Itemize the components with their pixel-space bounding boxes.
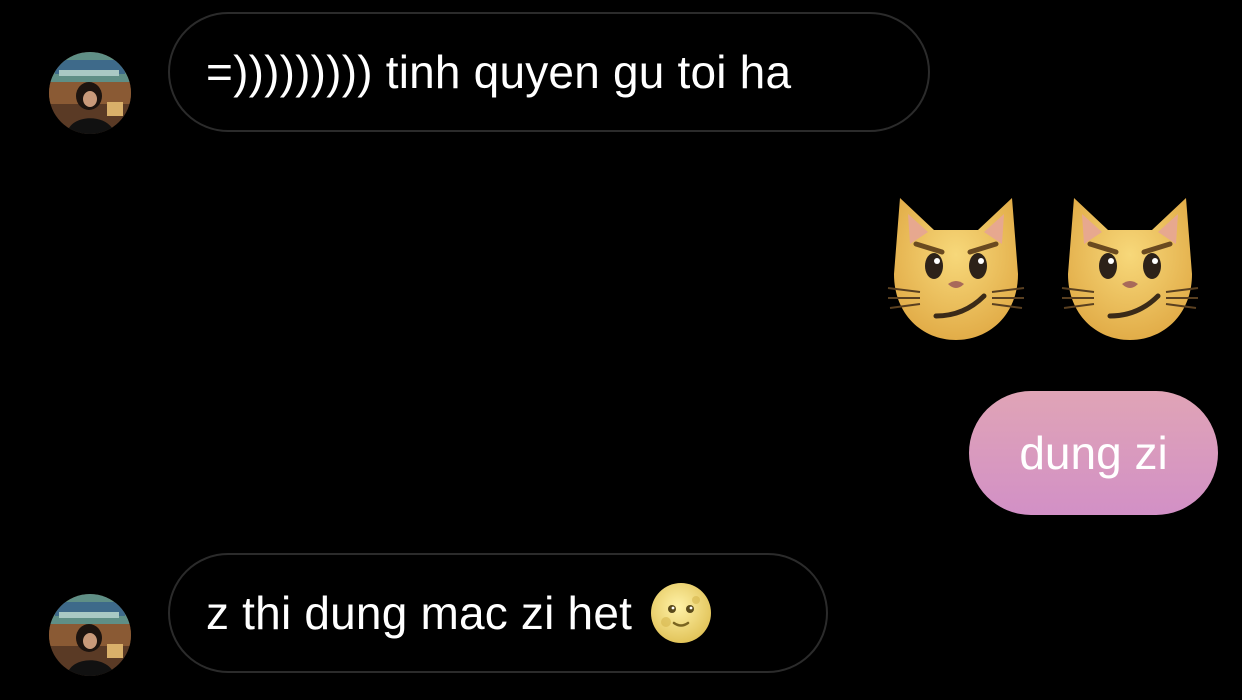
contact-avatar[interactable] [49, 52, 131, 134]
message-text: z thi dung mac zi het [206, 587, 633, 639]
message-text: =))))))))) tinh quyen gu toi ha [206, 46, 792, 98]
outgoing-message-bubble[interactable]: dung zi [969, 391, 1218, 515]
smirking-cat-icon[interactable] [1060, 192, 1200, 342]
avatar-photo-icon [49, 52, 131, 134]
avatar-photo-icon [49, 594, 131, 676]
incoming-message-bubble[interactable]: z thi dung mac zi het [168, 553, 828, 673]
incoming-message-bubble[interactable]: =))))))))) tinh quyen gu toi ha [168, 12, 930, 132]
full-moon-face-icon [650, 582, 712, 644]
contact-avatar[interactable] [49, 594, 131, 676]
smirking-cat-icon[interactable] [886, 192, 1026, 342]
message-text: dung zi [1019, 427, 1168, 479]
